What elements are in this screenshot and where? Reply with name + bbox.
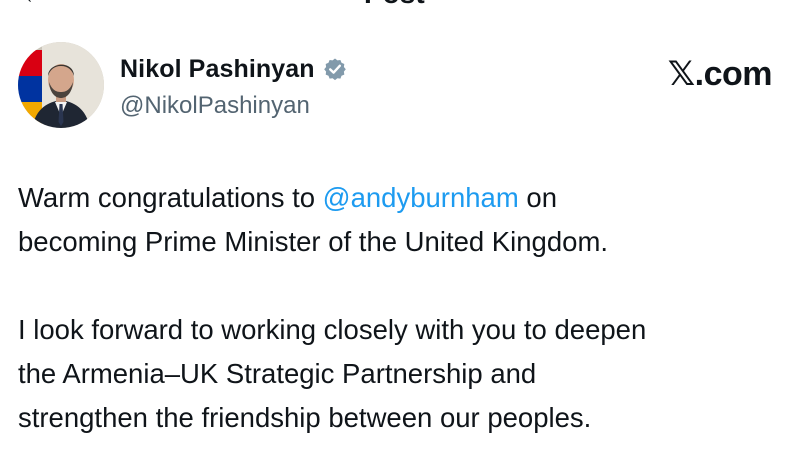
avatar[interactable] xyxy=(18,42,104,128)
tweet-line-2: becoming Prime Minister of the United Ki… xyxy=(18,226,608,257)
tweet-screenshot: ← Post Nikol Pashinyan xyxy=(0,0,800,462)
back-arrow-icon[interactable]: ← xyxy=(22,0,46,8)
tweet-text: Warm congratulations to @andyburnham on … xyxy=(18,176,788,440)
brand-suffix: .com xyxy=(694,55,773,93)
header-title: Post xyxy=(364,0,425,8)
tweet-line-4: the Armenia–UK Strategic Partnership and xyxy=(18,358,537,389)
x-com-brand: 𝕏.com xyxy=(667,54,773,94)
tweet-line-3: I look forward to working closely with y… xyxy=(18,314,647,345)
avatar-portrait-icon xyxy=(18,42,104,128)
tweet-text-segment: Warm congratulations to xyxy=(18,182,323,213)
tweet-line-5: strengthen the friendship between our pe… xyxy=(18,402,592,433)
x-logo-icon: 𝕏 xyxy=(667,54,695,94)
author-handle[interactable]: @NikolPashinyan xyxy=(120,92,310,120)
mention-link[interactable]: @andyburnham xyxy=(323,182,519,213)
author-display-name[interactable]: Nikol Pashinyan xyxy=(120,55,315,84)
verified-badge-icon xyxy=(323,58,346,81)
tweet-text-segment: on xyxy=(518,182,557,213)
author-name-row: Nikol Pashinyan xyxy=(120,54,347,84)
top-navigation-bar: ← Post xyxy=(0,0,800,8)
tweet-line-1: Warm congratulations to @andyburnham on xyxy=(18,176,788,220)
